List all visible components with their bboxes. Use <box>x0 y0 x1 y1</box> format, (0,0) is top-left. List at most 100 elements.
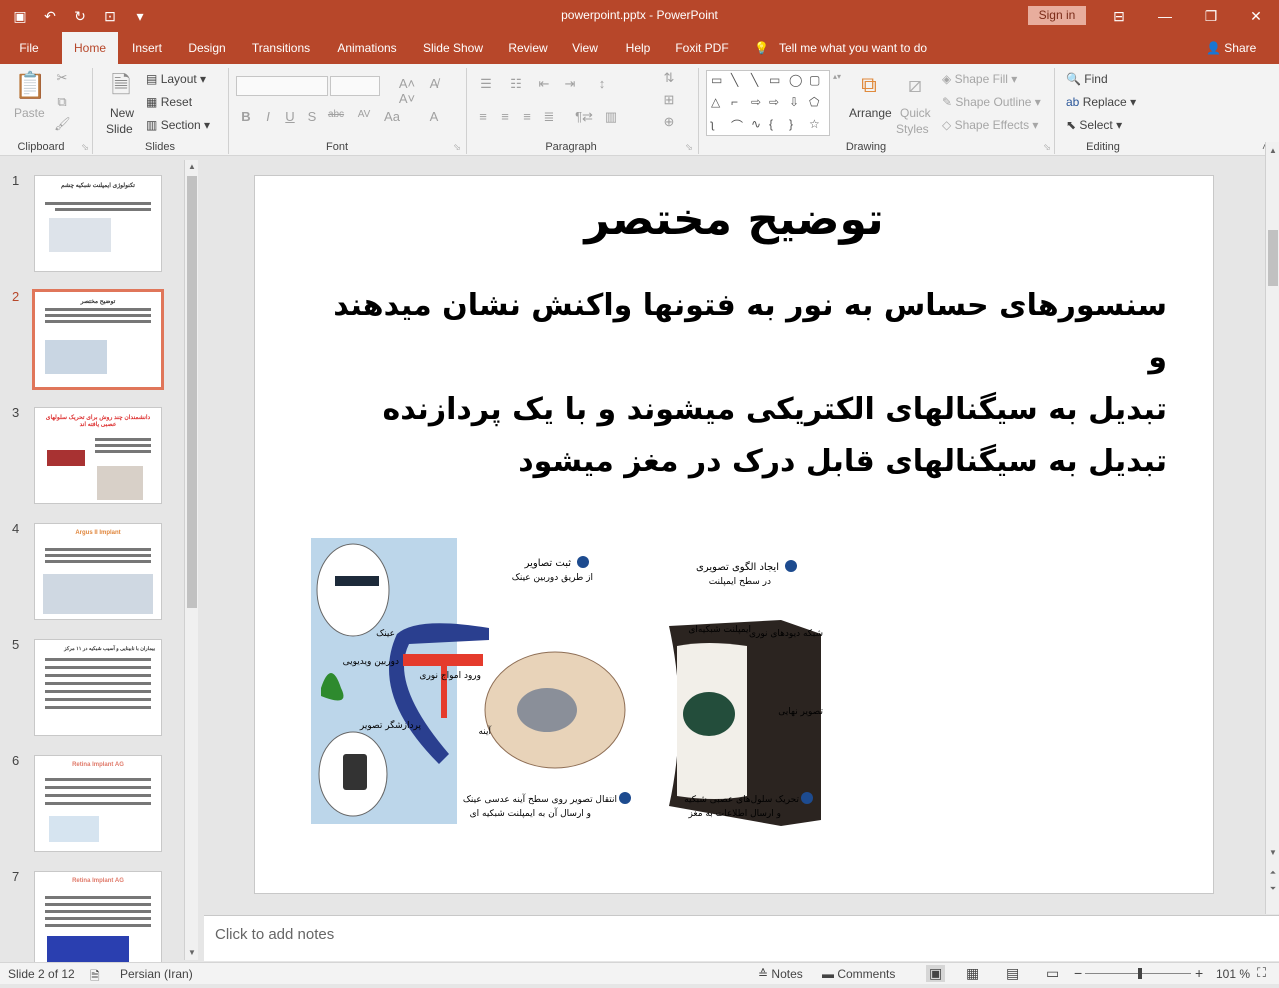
quick-styles-label-2[interactable]: Styles <box>896 122 929 136</box>
justify-icon[interactable]: ≣ <box>542 109 556 125</box>
notes-pane[interactable]: Click to add notes <box>204 915 1279 961</box>
slide-thumbnail-1[interactable]: تکنولوژی ایمپلنت شبکیه چشم <box>34 175 162 272</box>
paste-icon[interactable]: 📋 <box>14 70 46 100</box>
slide-thumbnail-7[interactable]: Retina Implant AG <box>34 871 162 968</box>
present-icon[interactable]: ⊡ <box>98 6 122 26</box>
align-left-icon[interactable]: ≡ <box>476 109 490 124</box>
reading-view-icon[interactable]: ▤ <box>1006 965 1019 982</box>
character-spacing-icon[interactable]: AV <box>352 109 376 120</box>
zoom-slider-knob[interactable] <box>1138 968 1142 979</box>
tab-slide-show[interactable]: Slide Show <box>418 32 488 64</box>
slide-title[interactable]: توضیح مختصر <box>255 194 1213 245</box>
scrollbar-thumb[interactable] <box>1268 230 1278 286</box>
zoom-level[interactable]: 101 % <box>1216 967 1250 981</box>
new-slide-icon[interactable]: 🗎 <box>104 68 138 100</box>
tab-foxit-pdf[interactable]: Foxit PDF <box>670 32 734 64</box>
scrollbar-thumb[interactable] <box>187 176 197 608</box>
customize-qat-icon[interactable]: ▾ <box>128 6 152 26</box>
fit-slide-icon[interactable]: ⛶ <box>1257 965 1266 981</box>
line-spacing-icon[interactable]: ↕ <box>592 76 612 91</box>
slide-thumbnail-2[interactable]: توضیح مختصر <box>32 289 164 390</box>
font-name-dropdown[interactable] <box>236 76 328 96</box>
slide-sorter-view-icon[interactable]: ▦ <box>966 965 979 982</box>
notes-toggle[interactable]: ≙ Notes <box>758 967 803 981</box>
scroll-up-icon[interactable]: ▲ <box>185 160 199 174</box>
bullets-icon[interactable]: ☰ <box>476 76 496 92</box>
italic-icon[interactable]: I <box>262 109 274 124</box>
section-button[interactable]: ▥ Section ▾ <box>146 118 210 132</box>
align-center-icon[interactable]: ≡ <box>498 109 512 124</box>
zoom-out-icon[interactable]: − <box>1074 965 1082 981</box>
slide-show-view-icon[interactable]: ▭ <box>1046 965 1059 982</box>
tab-animations[interactable]: Animations <box>330 32 404 64</box>
connector-shape-icon[interactable]: ⌐ <box>731 95 738 109</box>
quick-styles-label-1[interactable]: Quick <box>900 106 931 120</box>
pentagon-shape-icon[interactable]: ⬠ <box>809 95 819 109</box>
font-color-icon[interactable]: A <box>424 109 444 124</box>
tab-file[interactable]: File <box>10 32 48 64</box>
notes-placeholder[interactable]: Click to add notes <box>215 926 334 943</box>
share-button[interactable]: 👤 Share <box>1206 32 1256 64</box>
arrange-label[interactable]: Arrange <box>849 106 892 120</box>
decrease-indent-icon[interactable]: ⇤ <box>534 76 554 92</box>
strikethrough-icon[interactable]: abc <box>326 109 346 120</box>
align-text-icon[interactable]: ⊞ <box>656 92 682 108</box>
triangle-shape-icon[interactable]: △ <box>711 95 720 109</box>
align-right-icon[interactable]: ≡ <box>520 109 534 124</box>
underline-icon[interactable]: U <box>284 109 296 124</box>
right-arrow-shape-icon[interactable]: ⇨ <box>769 95 779 109</box>
previous-slide-icon[interactable]: ⏶ <box>1266 866 1279 880</box>
numbering-icon[interactable]: ☷ <box>506 76 526 92</box>
text-direction-ltr-rtl-icon[interactable]: ¶⇄ <box>572 109 596 125</box>
tab-review[interactable]: Review <box>502 32 554 64</box>
brace-shape-icon[interactable]: } <box>789 117 793 131</box>
tab-view[interactable]: View <box>566 32 604 64</box>
down-arrow-shape-icon[interactable]: ⇩ <box>789 95 799 109</box>
shape-fill-button[interactable]: ◈ Shape Fill ▾ <box>942 72 1017 86</box>
tab-home[interactable]: Home <box>62 32 118 64</box>
format-painter-icon[interactable]: 🖌 <box>54 116 71 132</box>
comments-toggle[interactable]: ▬ Comments <box>822 967 895 981</box>
shapes-gallery[interactable]: ▭ ╲ ╲ ▭ ◯ ▢ △ ⌐ ⇨ ⇨ ⇩ ⬠ ʅ ⌒ ∿ { } ☆ <box>706 70 830 136</box>
tab-transitions[interactable]: Transitions <box>246 32 316 64</box>
slide-thumbnail-6[interactable]: Retina Implant AG <box>34 755 162 852</box>
restore-button[interactable]: ❐ <box>1188 0 1234 32</box>
clipboard-launcher-icon[interactable]: ⬂ <box>80 142 90 153</box>
new-slide-label-2[interactable]: Slide <box>106 122 133 136</box>
paste-label[interactable]: Paste <box>14 106 45 120</box>
shape-effects-button[interactable]: ◇ Shape Effects ▾ <box>942 118 1038 132</box>
scroll-down-icon[interactable]: ▼ <box>185 946 199 960</box>
retinal-implant-diagram[interactable]: ثبت تصاویر از طریق دوربین عینک ایجاد الگ… <box>311 538 823 828</box>
quick-styles-icon[interactable]: ⧄ <box>900 72 930 98</box>
tell-me-box[interactable]: 💡 Tell me what you want to do <box>754 32 927 64</box>
cut-icon[interactable]: ✂ <box>54 70 70 86</box>
normal-view-icon[interactable]: ▣ <box>926 965 946 982</box>
paragraph-launcher-icon[interactable]: ⬂ <box>684 142 694 153</box>
columns-icon[interactable]: ▥ <box>602 109 620 125</box>
replace-button[interactable]: ab Replace ▾ <box>1066 95 1136 109</box>
slide-thumbnail-3[interactable]: دانشمندان چند روش برای تحریک سلولهای عصب… <box>34 407 162 504</box>
drawing-launcher-icon[interactable]: ⬂ <box>1042 142 1052 153</box>
find-button[interactable]: 🔍 Find <box>1066 72 1108 86</box>
save-icon[interactable]: ▣ <box>8 6 32 26</box>
font-launcher-icon[interactable]: ⬂ <box>452 142 462 153</box>
copy-icon[interactable]: ⧉ <box>54 94 70 110</box>
select-button[interactable]: ⬉ Select ▾ <box>1066 118 1122 132</box>
undo-icon[interactable]: ↶ <box>38 6 62 26</box>
font-size-dropdown[interactable] <box>330 76 380 96</box>
slide-thumbnail-4[interactable]: Argus II Implant <box>34 523 162 620</box>
brace-shape-icon[interactable]: { <box>769 117 773 131</box>
spelling-check-icon[interactable]: 🗎 <box>90 967 100 988</box>
text-box-shape-icon[interactable]: ▭ <box>711 73 722 87</box>
tab-design[interactable]: Design <box>182 32 232 64</box>
shape-outline-button[interactable]: ✎ Shape Outline ▾ <box>942 95 1041 109</box>
shadow-icon[interactable]: S <box>306 109 318 124</box>
sign-in-button[interactable]: Sign in <box>1028 6 1086 25</box>
scroll-down-icon[interactable]: ▼ <box>1266 846 1279 860</box>
ribbon-display-options-icon[interactable]: ⊟ <box>1096 0 1142 32</box>
oval-shape-icon[interactable]: ◯ <box>789 73 802 87</box>
curve-shape-icon[interactable]: ∿ <box>751 117 761 131</box>
arc-shape-icon[interactable]: ⌒ <box>731 117 743 134</box>
line-shape-icon[interactable]: ╲ <box>731 73 738 87</box>
layout-button[interactable]: ▤ Layout ▾ <box>146 72 206 86</box>
